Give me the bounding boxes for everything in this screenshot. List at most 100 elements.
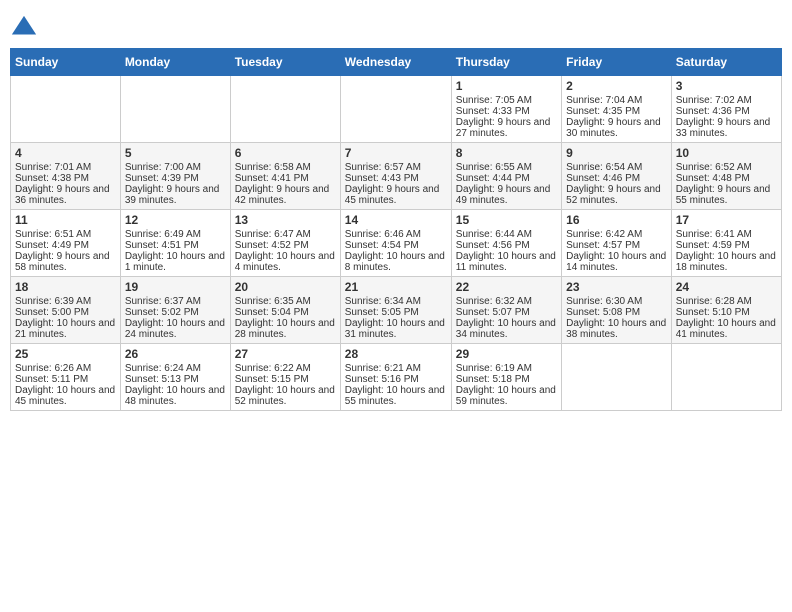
calendar-cell: 27Sunrise: 6:22 AMSunset: 5:15 PMDayligh… bbox=[230, 344, 340, 411]
day-info: Sunset: 5:13 PM bbox=[125, 374, 226, 385]
day-info: Sunrise: 7:05 AM bbox=[456, 95, 557, 106]
day-info: Sunset: 4:33 PM bbox=[456, 106, 557, 117]
day-info: Daylight: 10 hours and 38 minutes. bbox=[566, 318, 667, 340]
day-info: Sunrise: 6:28 AM bbox=[676, 296, 777, 307]
day-number: 29 bbox=[456, 347, 557, 361]
header bbox=[10, 10, 782, 42]
day-info: Daylight: 9 hours and 55 minutes. bbox=[676, 184, 777, 206]
day-info: Sunset: 4:57 PM bbox=[566, 240, 667, 251]
calendar-cell: 3Sunrise: 7:02 AMSunset: 4:36 PMDaylight… bbox=[671, 76, 781, 143]
day-info: Daylight: 10 hours and 31 minutes. bbox=[345, 318, 447, 340]
day-info: Daylight: 10 hours and 45 minutes. bbox=[15, 385, 116, 407]
calendar-cell bbox=[562, 344, 672, 411]
day-info: Sunset: 4:54 PM bbox=[345, 240, 447, 251]
day-number: 11 bbox=[15, 213, 116, 227]
day-info: Sunset: 5:07 PM bbox=[456, 307, 557, 318]
logo-icon bbox=[10, 14, 38, 42]
day-number: 24 bbox=[676, 280, 777, 294]
day-info: Sunrise: 6:41 AM bbox=[676, 229, 777, 240]
day-info: Daylight: 9 hours and 52 minutes. bbox=[566, 184, 667, 206]
day-info: Sunrise: 6:42 AM bbox=[566, 229, 667, 240]
day-info: Sunrise: 6:51 AM bbox=[15, 229, 116, 240]
day-info: Sunset: 5:02 PM bbox=[125, 307, 226, 318]
day-number: 8 bbox=[456, 146, 557, 160]
day-info: Sunrise: 6:19 AM bbox=[456, 363, 557, 374]
calendar-week-row: 18Sunrise: 6:39 AMSunset: 5:00 PMDayligh… bbox=[11, 277, 782, 344]
day-number: 15 bbox=[456, 213, 557, 227]
calendar-cell bbox=[120, 76, 230, 143]
day-info: Daylight: 10 hours and 59 minutes. bbox=[456, 385, 557, 407]
day-info: Sunrise: 6:55 AM bbox=[456, 162, 557, 173]
day-number: 18 bbox=[15, 280, 116, 294]
day-header-sunday: Sunday bbox=[11, 49, 121, 76]
day-info: Sunset: 4:36 PM bbox=[676, 106, 777, 117]
calendar-cell: 12Sunrise: 6:49 AMSunset: 4:51 PMDayligh… bbox=[120, 210, 230, 277]
day-info: Daylight: 9 hours and 45 minutes. bbox=[345, 184, 447, 206]
day-info: Sunset: 4:41 PM bbox=[235, 173, 336, 184]
calendar-cell: 29Sunrise: 6:19 AMSunset: 5:18 PMDayligh… bbox=[451, 344, 561, 411]
calendar-cell: 1Sunrise: 7:05 AMSunset: 4:33 PMDaylight… bbox=[451, 76, 561, 143]
day-info: Daylight: 9 hours and 30 minutes. bbox=[566, 117, 667, 139]
day-number: 12 bbox=[125, 213, 226, 227]
day-info: Sunset: 4:59 PM bbox=[676, 240, 777, 251]
calendar-table: SundayMondayTuesdayWednesdayThursdayFrid… bbox=[10, 48, 782, 411]
day-info: Sunrise: 6:57 AM bbox=[345, 162, 447, 173]
day-number: 2 bbox=[566, 79, 667, 93]
day-info: Sunset: 5:08 PM bbox=[566, 307, 667, 318]
calendar-cell: 20Sunrise: 6:35 AMSunset: 5:04 PMDayligh… bbox=[230, 277, 340, 344]
calendar-cell: 2Sunrise: 7:04 AMSunset: 4:35 PMDaylight… bbox=[562, 76, 672, 143]
calendar-cell: 10Sunrise: 6:52 AMSunset: 4:48 PMDayligh… bbox=[671, 143, 781, 210]
day-info: Daylight: 10 hours and 21 minutes. bbox=[15, 318, 116, 340]
day-info: Daylight: 9 hours and 27 minutes. bbox=[456, 117, 557, 139]
day-info: Sunset: 5:00 PM bbox=[15, 307, 116, 318]
day-info: Daylight: 10 hours and 8 minutes. bbox=[345, 251, 447, 273]
day-info: Daylight: 9 hours and 49 minutes. bbox=[456, 184, 557, 206]
day-number: 19 bbox=[125, 280, 226, 294]
calendar-cell: 16Sunrise: 6:42 AMSunset: 4:57 PMDayligh… bbox=[562, 210, 672, 277]
day-info: Sunrise: 6:32 AM bbox=[456, 296, 557, 307]
day-number: 14 bbox=[345, 213, 447, 227]
day-info: Sunrise: 7:04 AM bbox=[566, 95, 667, 106]
day-header-thursday: Thursday bbox=[451, 49, 561, 76]
calendar-cell: 22Sunrise: 6:32 AMSunset: 5:07 PMDayligh… bbox=[451, 277, 561, 344]
calendar-cell: 14Sunrise: 6:46 AMSunset: 4:54 PMDayligh… bbox=[340, 210, 451, 277]
calendar-week-row: 25Sunrise: 6:26 AMSunset: 5:11 PMDayligh… bbox=[11, 344, 782, 411]
calendar-cell: 28Sunrise: 6:21 AMSunset: 5:16 PMDayligh… bbox=[340, 344, 451, 411]
day-number: 16 bbox=[566, 213, 667, 227]
day-info: Sunrise: 7:00 AM bbox=[125, 162, 226, 173]
day-info: Daylight: 9 hours and 33 minutes. bbox=[676, 117, 777, 139]
day-number: 13 bbox=[235, 213, 336, 227]
day-number: 23 bbox=[566, 280, 667, 294]
day-number: 3 bbox=[676, 79, 777, 93]
day-info: Sunrise: 6:35 AM bbox=[235, 296, 336, 307]
calendar-cell: 11Sunrise: 6:51 AMSunset: 4:49 PMDayligh… bbox=[11, 210, 121, 277]
day-info: Sunset: 5:10 PM bbox=[676, 307, 777, 318]
day-header-wednesday: Wednesday bbox=[340, 49, 451, 76]
day-info: Daylight: 9 hours and 58 minutes. bbox=[15, 251, 116, 273]
day-info: Sunset: 5:11 PM bbox=[15, 374, 116, 385]
day-info: Sunrise: 6:37 AM bbox=[125, 296, 226, 307]
calendar-week-row: 1Sunrise: 7:05 AMSunset: 4:33 PMDaylight… bbox=[11, 76, 782, 143]
day-number: 5 bbox=[125, 146, 226, 160]
day-number: 7 bbox=[345, 146, 447, 160]
day-header-tuesday: Tuesday bbox=[230, 49, 340, 76]
day-info: Daylight: 10 hours and 1 minute. bbox=[125, 251, 226, 273]
calendar-cell: 7Sunrise: 6:57 AMSunset: 4:43 PMDaylight… bbox=[340, 143, 451, 210]
day-info: Sunrise: 6:58 AM bbox=[235, 162, 336, 173]
day-header-saturday: Saturday bbox=[671, 49, 781, 76]
day-info: Sunset: 4:52 PM bbox=[235, 240, 336, 251]
day-info: Sunset: 5:05 PM bbox=[345, 307, 447, 318]
day-header-friday: Friday bbox=[562, 49, 672, 76]
calendar-cell: 9Sunrise: 6:54 AMSunset: 4:46 PMDaylight… bbox=[562, 143, 672, 210]
calendar-cell: 18Sunrise: 6:39 AMSunset: 5:00 PMDayligh… bbox=[11, 277, 121, 344]
calendar-cell bbox=[11, 76, 121, 143]
day-info: Daylight: 9 hours and 39 minutes. bbox=[125, 184, 226, 206]
calendar-header-row: SundayMondayTuesdayWednesdayThursdayFrid… bbox=[11, 49, 782, 76]
day-info: Sunrise: 6:26 AM bbox=[15, 363, 116, 374]
day-info: Sunset: 5:04 PM bbox=[235, 307, 336, 318]
day-info: Daylight: 10 hours and 41 minutes. bbox=[676, 318, 777, 340]
calendar-cell: 17Sunrise: 6:41 AMSunset: 4:59 PMDayligh… bbox=[671, 210, 781, 277]
day-info: Sunset: 5:15 PM bbox=[235, 374, 336, 385]
day-number: 4 bbox=[15, 146, 116, 160]
calendar-cell bbox=[671, 344, 781, 411]
